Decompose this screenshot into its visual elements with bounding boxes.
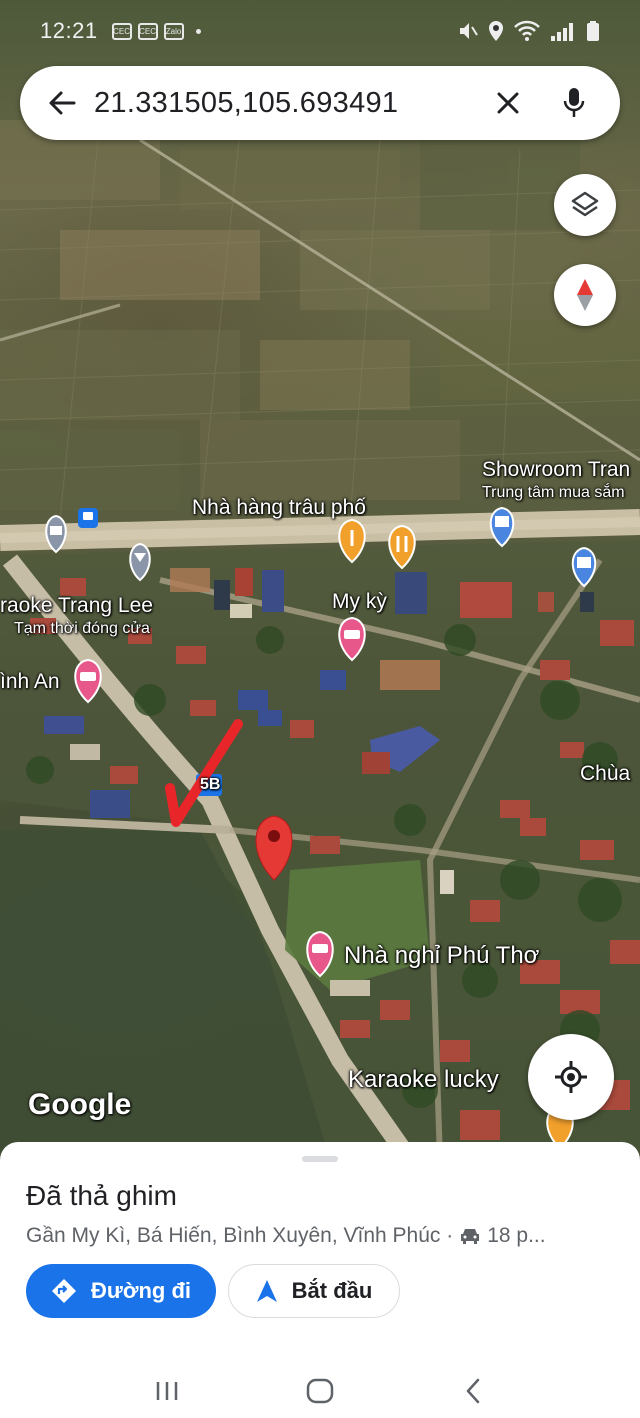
place-address: Gần My Kì, Bá Hiến, Bình Xuyên, Vĩnh Phú… xyxy=(26,1224,616,1248)
compass-icon xyxy=(577,279,593,311)
map-label-trung-tam[interactable]: Trung tâm mua sắm xyxy=(482,484,625,502)
place-title: Đã thả ghim xyxy=(26,1180,177,1211)
notification-icons: CEC CEC Zalo xyxy=(111,22,201,40)
map-label-nha-hang[interactable]: Nhà hàng trâu phố xyxy=(192,496,366,520)
directions-label: Đường đi xyxy=(91,1278,191,1303)
address-text: Gần My Kì, Bá Hiến, Bình Xuyên, Vĩnh Phú… xyxy=(26,1224,454,1247)
satellite-map[interactable]: Showroom Tran Trung tâm mua sắm Nhà hàng… xyxy=(0,0,640,1160)
map-label-chua[interactable]: Chùa xyxy=(580,762,630,786)
mute-icon xyxy=(460,23,478,39)
bus-stop-icon[interactable] xyxy=(78,508,98,528)
back-icon[interactable] xyxy=(453,1371,493,1411)
home-icon[interactable] xyxy=(300,1371,340,1411)
action-buttons: Đường đi Bắt đầu xyxy=(26,1264,400,1318)
my-location-icon xyxy=(555,1061,587,1093)
location-icon xyxy=(489,21,503,41)
my-location-button[interactable] xyxy=(528,1034,614,1120)
road-shield-label: 5B xyxy=(200,776,221,793)
shopping-pin-icon[interactable] xyxy=(489,506,515,548)
notification-app-icon: CEC xyxy=(137,22,158,40)
signal-icon xyxy=(551,23,573,41)
system-icons xyxy=(458,20,600,42)
more-notifications-icon xyxy=(195,28,201,34)
map-label-karaoke-lucky[interactable]: Karaoke lucky xyxy=(348,1066,499,1094)
microphone-icon[interactable] xyxy=(550,79,598,127)
compass-button[interactable] xyxy=(554,264,616,326)
map-label-karaoke-trang[interactable]: raoke Trang Lee xyxy=(0,594,153,618)
map-label-nha-nghi[interactable]: Nhà nghỉ Phú Thơ xyxy=(344,942,539,970)
notification-app-icon: CEC xyxy=(111,22,132,40)
status-bar: 12:21 CEC CEC Zalo xyxy=(0,0,640,62)
drive-time: 18 p... xyxy=(487,1224,546,1247)
directions-icon xyxy=(52,1279,76,1303)
map-label-tam-thoi: Tạm thời đóng cửa xyxy=(14,620,150,637)
back-arrow-icon[interactable] xyxy=(42,83,82,123)
battery-icon xyxy=(587,21,599,41)
status-time: 12:21 xyxy=(40,18,98,43)
car-icon xyxy=(459,1226,481,1246)
place-bottom-sheet[interactable]: Đã thả ghim Gần My Kì, Bá Hiến, Bình Xuy… xyxy=(0,1142,640,1418)
drag-handle[interactable] xyxy=(302,1156,338,1162)
recent-apps-icon[interactable] xyxy=(147,1371,187,1411)
navigation-arrow-icon xyxy=(256,1280,277,1302)
map-label-my-ky[interactable]: My kỳ xyxy=(332,590,387,614)
search-bar[interactable]: 21.331505,105.693491 xyxy=(20,66,620,140)
map-label-inh-an[interactable]: ình An xyxy=(0,670,60,694)
layers-icon xyxy=(571,191,599,217)
start-button[interactable]: Bắt đầu xyxy=(228,1264,400,1318)
search-input[interactable]: 21.331505,105.693491 xyxy=(94,87,484,120)
map-label-showroom[interactable]: Showroom Tran xyxy=(482,458,630,482)
google-logo: Google xyxy=(28,1088,132,1121)
layers-button[interactable] xyxy=(554,174,616,236)
start-label: Bắt đầu xyxy=(291,1278,373,1303)
close-icon[interactable] xyxy=(484,79,532,127)
wifi-icon xyxy=(514,20,540,41)
directions-button[interactable]: Đường đi xyxy=(26,1264,216,1318)
system-navigation-bar xyxy=(0,1364,640,1418)
zalo-icon: Zalo xyxy=(163,22,184,40)
